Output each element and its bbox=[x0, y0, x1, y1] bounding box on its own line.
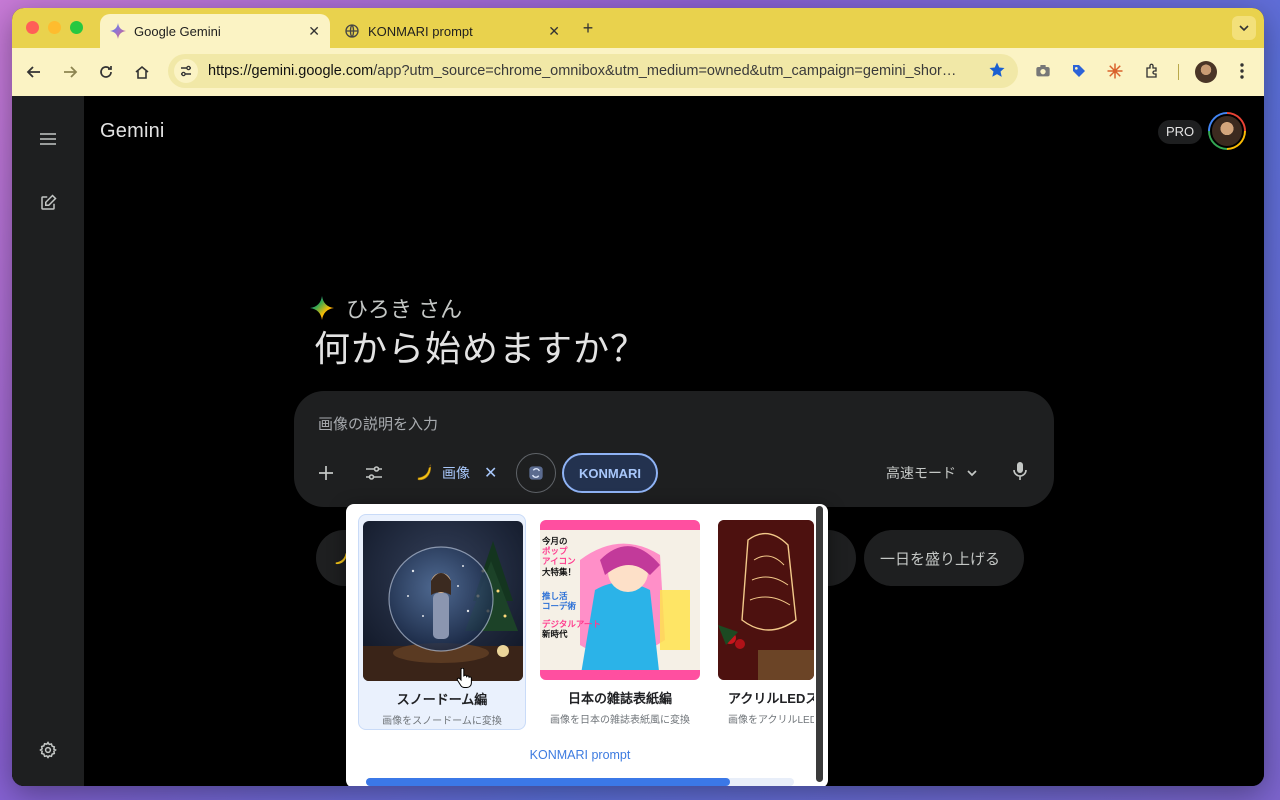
profile-avatar[interactable] bbox=[1195, 61, 1217, 83]
banana-icon bbox=[417, 464, 432, 481]
magazine-line: 大特集！ bbox=[542, 566, 577, 577]
account-avatar[interactable] bbox=[1208, 112, 1246, 150]
suggestion-chip[interactable]: 一日を盛り上げる bbox=[864, 530, 1024, 586]
magazine-cover-thumbnail: 今月の ポップ アイコン 大特集！ 推し活 コーデ術 デジタルアート 新時代 bbox=[540, 520, 700, 680]
acrylic-led-thumbnail bbox=[718, 520, 814, 680]
url-text: https://gemini.google.com/app?utm_source… bbox=[208, 63, 957, 79]
puzzle-extensions-icon[interactable] bbox=[1142, 60, 1164, 82]
suggestion-label: 一日を盛り上げる bbox=[880, 550, 1001, 568]
tab-konmari-prompt[interactable]: KONMARI prompt ✕ bbox=[334, 14, 570, 48]
hamburger-icon bbox=[40, 133, 56, 145]
reload-button[interactable] bbox=[94, 60, 118, 84]
globe-icon bbox=[344, 23, 360, 39]
plus-icon bbox=[319, 466, 333, 480]
prompt-card-magazine[interactable]: 今月の ポップ アイコン 大特集！ 推し活 コーデ術 デジタルアート 新時代 日… bbox=[536, 514, 704, 730]
arrow-right-icon bbox=[64, 66, 78, 78]
magazine-cover-lettering: 今月の ポップ アイコン 大特集！ 推し活 コーデ術 デジタルアート 新時代 bbox=[542, 536, 601, 640]
chevron-down-icon bbox=[967, 470, 977, 477]
gemini-sparkle-icon bbox=[310, 296, 334, 320]
camera-icon[interactable] bbox=[1032, 60, 1054, 82]
browser-toolbar: https://gemini.google.com/app?utm_source… bbox=[12, 48, 1264, 96]
tools-button[interactable] bbox=[362, 461, 386, 485]
new-tab-button[interactable]: + bbox=[578, 18, 598, 38]
mode-label: 高速モード bbox=[886, 465, 956, 481]
magazine-line: 新時代 bbox=[542, 629, 568, 640]
page-title: 何から始めますか？ bbox=[314, 328, 648, 369]
microphone-button[interactable] bbox=[1012, 461, 1028, 486]
konmari-prompt-link[interactable]: KONMARI prompt bbox=[346, 748, 814, 762]
microphone-icon bbox=[1013, 462, 1027, 480]
add-button[interactable] bbox=[314, 461, 338, 485]
vertical-scrollbar[interactable] bbox=[816, 506, 823, 782]
arrow-left-icon bbox=[26, 66, 40, 78]
tab-title: Google Gemini bbox=[134, 23, 221, 39]
refresh-badge-icon bbox=[529, 466, 543, 480]
home-button[interactable] bbox=[130, 60, 154, 84]
image-chip-label: 画像 bbox=[442, 465, 470, 481]
konmari-popup: スノードーム編 画像をスノードームに変換 今月の ポップ アイコン 大特集！ 推… bbox=[346, 504, 828, 786]
bookmark-star-icon[interactable] bbox=[988, 61, 1006, 84]
magazine-line: デジタルアート bbox=[542, 619, 601, 630]
reload-icon bbox=[100, 66, 112, 78]
gear-icon bbox=[39, 741, 57, 759]
tab-google-gemini[interactable]: Google Gemini ✕ bbox=[100, 14, 330, 48]
settings-button[interactable] bbox=[36, 738, 60, 762]
horizontal-scrollbar[interactable] bbox=[366, 778, 794, 786]
edit-icon bbox=[41, 194, 57, 210]
card-description: 画像をスノードームに変換 bbox=[382, 716, 502, 727]
magazine-line: 推し活 bbox=[542, 590, 568, 601]
scrollbar-thumb[interactable] bbox=[366, 778, 730, 786]
card-title: アクリルLEDス bbox=[728, 691, 814, 706]
gemini-app: Gemini PRO ひろき さん 何から始めますか？ 画像 ✕ KON bbox=[12, 96, 1264, 786]
tab-close-icon[interactable]: ✕ bbox=[308, 23, 320, 40]
prompt-card-snow-globe[interactable]: スノードーム編 画像をスノードームに変換 bbox=[358, 514, 526, 730]
tab-title: KONMARI prompt bbox=[368, 23, 473, 39]
prompt-input[interactable] bbox=[318, 411, 918, 437]
tab-strip: Google Gemini ✕ KONMARI prompt ✕ + bbox=[12, 8, 1264, 48]
pro-badge[interactable]: PRO bbox=[1158, 120, 1203, 144]
address-bar[interactable]: https://gemini.google.com/app?utm_source… bbox=[168, 54, 1018, 88]
image-tool-chip[interactable]: 画像 ✕ bbox=[414, 461, 497, 485]
chevron-down-icon bbox=[1239, 25, 1249, 32]
gemini-brand[interactable]: Gemini bbox=[100, 120, 165, 143]
forward-button[interactable] bbox=[58, 60, 82, 84]
tab-search-button[interactable] bbox=[1232, 16, 1256, 40]
card-title: 日本の雑誌表紙編 bbox=[567, 691, 672, 706]
sliders-icon bbox=[366, 466, 382, 480]
sun-extension-icon[interactable] bbox=[1104, 60, 1126, 82]
magazine-line: 今月の bbox=[542, 536, 568, 546]
tab-close-icon[interactable]: ✕ bbox=[548, 23, 560, 40]
card-title: スノードーム編 bbox=[396, 692, 488, 707]
sidebar bbox=[12, 96, 84, 786]
snow-globe-thumbnail bbox=[363, 521, 523, 681]
magazine-line: コーデ術 bbox=[542, 600, 577, 611]
mode-selector[interactable]: 高速モード bbox=[886, 463, 978, 483]
toolbar-divider bbox=[1178, 64, 1179, 80]
konmari-button[interactable]: KONMARI bbox=[562, 453, 658, 493]
window-minimize-button[interactable] bbox=[48, 21, 61, 34]
prompt-card-acrylic-led[interactable]: アクリルLEDス 画像をアクリルLED bbox=[714, 514, 814, 730]
magazine-line: ポップ bbox=[542, 546, 568, 557]
site-settings-icon[interactable] bbox=[174, 59, 198, 83]
menu-kebab-icon[interactable] bbox=[1231, 60, 1253, 82]
window-close-button[interactable] bbox=[26, 21, 39, 34]
new-chat-button[interactable] bbox=[36, 191, 60, 215]
main-menu-button[interactable] bbox=[36, 127, 60, 151]
card-description: 画像を日本の雑誌表紙風に変換 bbox=[550, 715, 690, 726]
browser-window: Google Gemini ✕ KONMARI prompt ✕ + https… bbox=[12, 8, 1264, 786]
home-icon bbox=[135, 65, 149, 79]
card-description: 画像をアクリルLED bbox=[728, 715, 814, 726]
prompt-box: 画像 ✕ KONMARI 高速モード bbox=[294, 391, 1054, 507]
image-chip-close-icon[interactable]: ✕ bbox=[484, 463, 497, 483]
hand-cursor-icon bbox=[456, 668, 472, 688]
back-button[interactable] bbox=[22, 60, 46, 84]
extension-button[interactable] bbox=[516, 453, 556, 493]
gemini-sparkle-icon bbox=[110, 23, 126, 39]
tag-extension-icon[interactable] bbox=[1068, 60, 1090, 82]
magazine-line: アイコン bbox=[542, 556, 576, 567]
window-maximize-button[interactable] bbox=[70, 21, 83, 34]
